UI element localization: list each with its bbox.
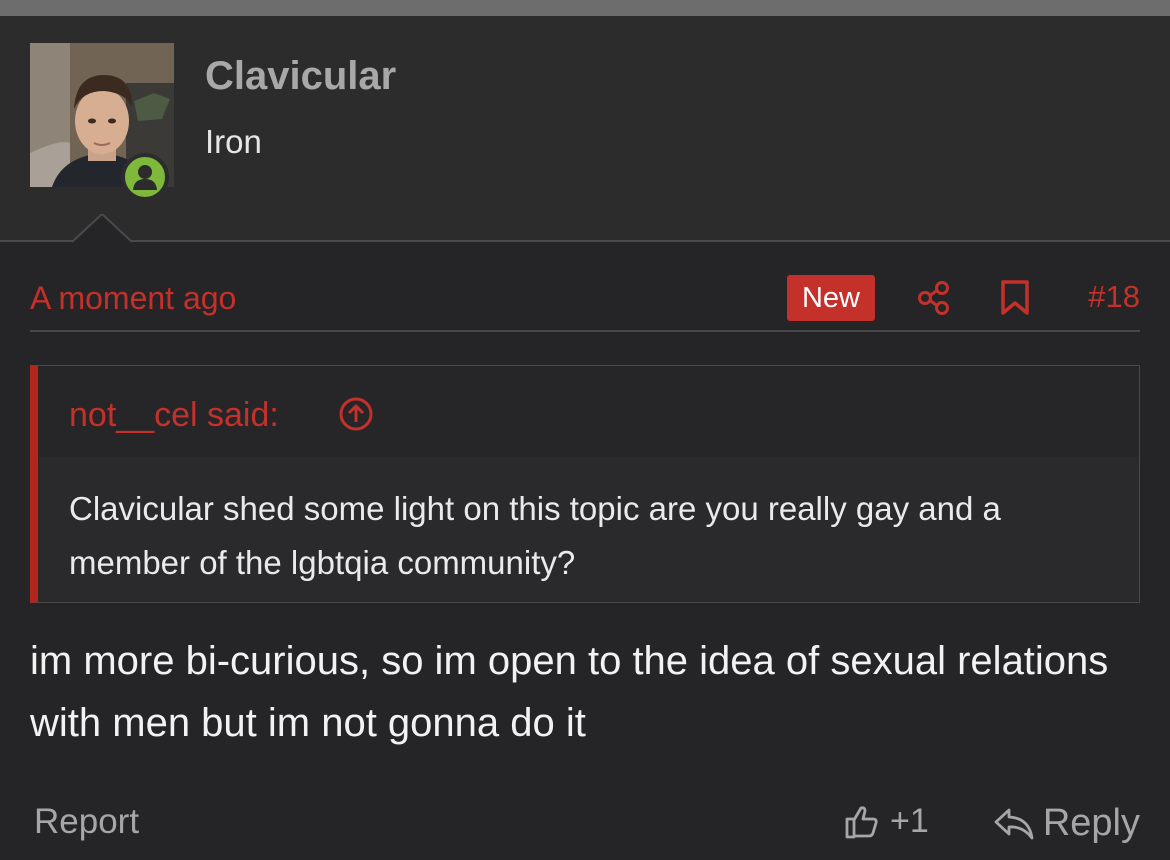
post-message: im more bi-curious, so im open to the id… bbox=[30, 639, 1109, 745]
like-button[interactable]: +1 bbox=[844, 802, 929, 841]
online-status-badge bbox=[121, 153, 169, 201]
post-timestamp[interactable]: A moment ago bbox=[30, 280, 236, 317]
quote-header: not__cel said: bbox=[38, 366, 1139, 457]
user-block-divider bbox=[0, 240, 1170, 242]
top-strip bbox=[0, 0, 1170, 16]
user-title: Iron bbox=[205, 123, 262, 160]
reply-icon bbox=[994, 808, 1034, 839]
post-user-block bbox=[0, 16, 1170, 242]
quote-author[interactable]: not__cel said: bbox=[69, 396, 279, 435]
post-meta-row: A moment ago New #18 bbox=[30, 274, 1140, 326]
post-footer: Report +1 Reply bbox=[30, 800, 1140, 850]
user-online-icon bbox=[133, 165, 157, 190]
quote-block: not__cel said: Clavicular shed some ligh… bbox=[30, 365, 1140, 603]
reply-button[interactable]: Reply bbox=[993, 802, 1140, 845]
report-link[interactable]: Report bbox=[34, 802, 139, 842]
post-number-link[interactable]: #18 bbox=[1088, 279, 1140, 315]
share-icon[interactable] bbox=[916, 280, 952, 316]
reply-label: Reply bbox=[1042, 802, 1140, 844]
quote-jump-up-icon[interactable] bbox=[338, 396, 374, 432]
arrow-pointer bbox=[72, 214, 132, 244]
like-count: +1 bbox=[890, 802, 929, 840]
quote-text: Clavicular shed some light on this topic… bbox=[69, 490, 1001, 581]
new-badge: New bbox=[787, 275, 875, 321]
bookmark-icon[interactable] bbox=[1000, 280, 1030, 316]
meta-divider bbox=[30, 330, 1140, 332]
thumbs-up-icon bbox=[845, 805, 878, 838]
username[interactable]: Clavicular bbox=[205, 54, 396, 99]
